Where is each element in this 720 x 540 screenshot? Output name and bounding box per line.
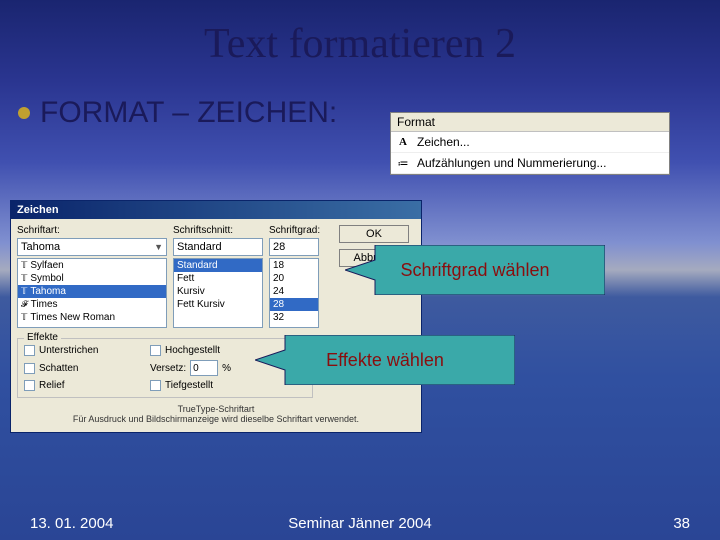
slide-title: Text formatieren 2: [0, 0, 720, 68]
relief-checkbox[interactable]: Relief: [24, 380, 144, 391]
truetype-icon: 𝕋: [21, 260, 27, 271]
versetz-input[interactable]: 0: [190, 360, 218, 376]
bullet-icon: [18, 107, 30, 119]
zeichen-dialog: Zeichen Schriftart: Tahoma▼ 𝕋Sylfaen 𝕋Sy…: [10, 200, 422, 433]
page-number: 38: [673, 515, 690, 532]
list-item[interactable]: 𝓕Times: [18, 298, 166, 311]
schriftschnitt-label: Schriftschnitt:: [173, 225, 263, 236]
bullet-text: FORMAT – ZEICHEN:: [40, 96, 337, 130]
size-list[interactable]: 18 20 24 28 32: [269, 258, 319, 328]
menu-item-label: Zeichen...: [417, 135, 470, 149]
truetype-icon: 𝕋: [21, 312, 27, 323]
schriftgrad-label: Schriftgrad:: [269, 225, 319, 236]
menu-item-zeichen[interactable]: A Zeichen...: [391, 132, 669, 153]
list-icon: ≔: [395, 155, 411, 171]
zeichen-icon: A: [395, 134, 411, 150]
chevron-down-icon: ▼: [386, 339, 395, 349]
unterstrichen-checkbox[interactable]: Unterstrichen: [24, 345, 144, 356]
list-item[interactable]: Fett: [174, 272, 262, 285]
checkbox-icon: [24, 380, 35, 391]
list-item[interactable]: 28: [270, 298, 318, 311]
schriftschnitt-input[interactable]: Standard: [173, 238, 263, 256]
versetz-unit: %: [222, 363, 231, 374]
checkbox-icon: [150, 345, 161, 356]
list-item[interactable]: Fett Kursiv: [174, 298, 262, 311]
list-item[interactable]: 20: [270, 272, 318, 285]
farbe-label: Farbe:: [323, 339, 352, 350]
list-item[interactable]: 𝕋Tahoma: [18, 285, 166, 298]
checkbox-icon: [24, 363, 35, 374]
hochgestellt-checkbox[interactable]: Hochgestellt: [150, 345, 300, 356]
font-list[interactable]: 𝕋Sylfaen 𝕋Symbol 𝕋Tahoma 𝓕Times 𝕋Times N…: [17, 258, 167, 328]
effects-group-title: Effekte: [24, 332, 61, 343]
chevron-down-icon: ▼: [154, 242, 163, 252]
schriftart-label: Schriftart:: [17, 225, 167, 236]
list-item[interactable]: 𝕋Times New Roman: [18, 311, 166, 324]
menu-item-label: Aufzählungen und Nummerierung...: [417, 156, 606, 170]
ok-button[interactable]: OK: [339, 225, 409, 243]
cancel-button[interactable]: Abbrech: [339, 249, 409, 267]
list-item[interactable]: 𝕋Sylfaen: [18, 259, 166, 272]
schatten-checkbox[interactable]: Schatten: [24, 360, 144, 376]
tiefgestellt-checkbox[interactable]: Tiefgestellt: [150, 380, 300, 391]
checkbox-icon: [150, 380, 161, 391]
menu-item-aufzaehlungen[interactable]: ≔ Aufzählungen und Nummerierung...: [391, 153, 669, 174]
checkbox-icon[interactable]: [323, 363, 334, 374]
list-item[interactable]: Kursiv: [174, 285, 262, 298]
truetype-icon: 𝓕: [21, 299, 28, 310]
schriftgrad-input[interactable]: 28: [269, 238, 319, 256]
versetz-row: Versetz: 0 %: [150, 360, 300, 376]
dialog-footnote: TrueType-Schriftart Für Ausdruck und Bil…: [17, 398, 415, 426]
truetype-icon: 𝕋: [21, 286, 27, 297]
list-item[interactable]: 32: [270, 311, 318, 324]
footer-center: Seminar Jänner 2004: [0, 515, 720, 532]
list-item[interactable]: 18: [270, 259, 318, 272]
versetz-label: Versetz:: [150, 363, 186, 374]
dialog-titlebar: Zeichen: [11, 201, 421, 219]
style-list[interactable]: Standard Fett Kursiv Fett Kursiv: [173, 258, 263, 328]
sample-box: [340, 360, 380, 376]
list-item[interactable]: 24: [270, 285, 318, 298]
format-menu-screenshot: Format A Zeichen... ≔ Aufzählungen und N…: [390, 112, 670, 175]
checkbox-icon: [24, 345, 35, 356]
color-swatch[interactable]: ▼: [358, 336, 398, 352]
truetype-icon: 𝕋: [21, 273, 27, 284]
list-item[interactable]: 𝕋Symbol: [18, 272, 166, 285]
format-menu-header: Format: [391, 113, 669, 132]
schriftart-input[interactable]: Tahoma▼: [17, 238, 167, 256]
list-item[interactable]: Standard: [174, 259, 262, 272]
